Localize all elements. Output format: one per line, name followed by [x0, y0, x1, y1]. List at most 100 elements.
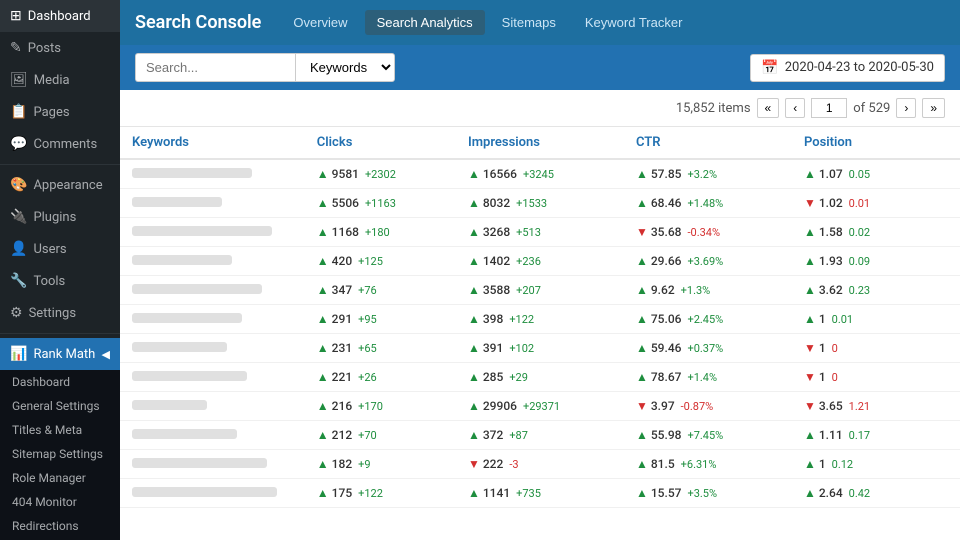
search-left: Keywords Pages Devices Countries — [135, 53, 395, 82]
sidebar-label-users: Users — [33, 242, 66, 257]
ctr-change: +1.48% — [687, 197, 723, 210]
clicks-value: 291 — [332, 312, 352, 326]
position-value: 1 — [819, 370, 826, 384]
ctr-arrow: ▲ — [636, 457, 648, 471]
impressions-value: 1402 — [483, 254, 510, 268]
position-cell: ▲ 2.64 0.42 — [792, 479, 960, 508]
keyword-cell — [120, 189, 305, 218]
prev-page-button[interactable]: ‹ — [785, 98, 805, 118]
ctr-change: +6.31% — [681, 458, 717, 471]
position-arrow: ▼ — [804, 399, 816, 413]
ctr-arrow: ▼ — [636, 399, 648, 413]
position-change: 0.01 — [832, 313, 853, 326]
sidebar-sub-rm-titles[interactable]: Titles & Meta — [0, 418, 120, 442]
sidebar-item-comments[interactable]: 💬 Comments — [0, 128, 120, 160]
sidebar-sub-rm-dashboard[interactable]: Dashboard — [0, 370, 120, 394]
sidebar-sub-rm-redirections[interactable]: Redirections — [0, 514, 120, 538]
clicks-arrow: ▲ — [317, 399, 329, 413]
sidebar-item-appearance[interactable]: 🎨 Appearance — [0, 169, 120, 201]
sidebar-label-rank-math: Rank Math — [33, 347, 95, 362]
table-row: ▲ 347 +76▲ 3588 +207▲ 9.62 +1.3%▲ 3.62 0… — [120, 276, 960, 305]
impressions-change: +513 — [516, 226, 541, 239]
items-bar: 15,852 items « ‹ of 529 › » — [120, 90, 960, 127]
impressions-change: +87 — [509, 429, 528, 442]
content-area: 15,852 items « ‹ of 529 › » Keywords Cli… — [120, 90, 960, 540]
impressions-arrow: ▲ — [468, 225, 480, 239]
col-header-impressions[interactable]: Impressions — [456, 127, 624, 159]
position-arrow: ▲ — [804, 428, 816, 442]
ctr-change: +0.37% — [687, 342, 723, 355]
page-number-input[interactable] — [811, 98, 847, 118]
position-arrow: ▲ — [804, 254, 816, 268]
ctr-arrow: ▲ — [636, 312, 648, 326]
sidebar-label-tools: Tools — [33, 274, 65, 289]
position-value: 1.07 — [819, 167, 843, 181]
clicks-cell: ▲ 182 +9 — [305, 450, 456, 479]
sidebar-item-dashboard[interactable]: ⊞ Dashboard — [0, 0, 120, 32]
date-picker[interactable]: 📅 2020-04-23 to 2020-05-30 — [750, 54, 945, 82]
position-value: 1.58 — [819, 225, 843, 239]
nav-overview[interactable]: Overview — [281, 10, 359, 35]
position-cell: ▲ 3.62 0.23 — [792, 276, 960, 305]
impressions-change: +122 — [509, 313, 534, 326]
clicks-arrow: ▲ — [317, 167, 329, 181]
calendar-icon: 📅 — [761, 60, 778, 76]
position-change: 0 — [832, 342, 838, 355]
search-input[interactable] — [135, 53, 295, 82]
data-table: Keywords Clicks Impressions CTR Position… — [120, 127, 960, 508]
keyword-cell — [120, 363, 305, 392]
sidebar-item-media[interactable]: 🖼 Media — [0, 64, 120, 96]
sidebar-item-rank-math[interactable]: 📊 Rank Math ◀ — [0, 338, 120, 370]
search-bar: Keywords Pages Devices Countries 📅 2020-… — [120, 45, 960, 90]
impressions-change: +3245 — [523, 168, 554, 181]
sidebar-sub-rm-404[interactable]: 404 Monitor — [0, 490, 120, 514]
clicks-value: 212 — [332, 428, 352, 442]
ctr-value: 55.98 — [651, 428, 682, 442]
nav-keyword-tracker[interactable]: Keyword Tracker — [573, 10, 695, 35]
first-page-button[interactable]: « — [757, 98, 780, 118]
table-row: ▲ 212 +70▲ 372 +87▲ 55.98 +7.45%▲ 1.11 0… — [120, 421, 960, 450]
clicks-change: +65 — [358, 342, 377, 355]
nav-search-analytics[interactable]: Search Analytics — [365, 10, 485, 35]
sidebar-item-pages[interactable]: 📋 Pages — [0, 96, 120, 128]
tools-icon: 🔧 — [10, 273, 27, 289]
impressions-change: +207 — [516, 284, 541, 297]
ctr-change: +3.2% — [687, 168, 717, 181]
position-value: 1.93 — [819, 254, 843, 268]
position-cell: ▲ 1.11 0.17 — [792, 421, 960, 450]
ctr-change: +7.45% — [687, 429, 723, 442]
sidebar-item-plugins[interactable]: 🔌 Plugins — [0, 201, 120, 233]
nav-sitemaps[interactable]: Sitemaps — [490, 10, 568, 35]
sidebar-divider — [0, 164, 120, 165]
impressions-arrow: ▲ — [468, 254, 480, 268]
table-row: ▲ 182 +9▼ 222 -3▲ 81.5 +6.31%▲ 1 0.12 — [120, 450, 960, 479]
last-page-button[interactable]: » — [922, 98, 945, 118]
clicks-cell: ▲ 347 +76 — [305, 276, 456, 305]
sidebar-item-tools[interactable]: 🔧 Tools — [0, 265, 120, 297]
sidebar-sub-rm-general[interactable]: General Settings — [0, 394, 120, 418]
col-header-clicks[interactable]: Clicks — [305, 127, 456, 159]
ctr-arrow: ▲ — [636, 341, 648, 355]
impressions-cell: ▼ 222 -3 — [456, 450, 624, 479]
impressions-change: +1533 — [516, 197, 547, 210]
position-cell: ▼ 3.65 1.21 — [792, 392, 960, 421]
search-dropdown[interactable]: Keywords Pages Devices Countries — [295, 53, 395, 82]
sidebar-item-settings[interactable]: ⚙ Settings — [0, 297, 120, 329]
sidebar-sub-rm-role[interactable]: Role Manager — [0, 466, 120, 490]
col-header-keywords[interactable]: Keywords — [120, 127, 305, 159]
col-header-ctr[interactable]: CTR — [624, 127, 792, 159]
impressions-arrow: ▲ — [468, 167, 480, 181]
sidebar-item-users[interactable]: 👤 Users — [0, 233, 120, 265]
ctr-value: 81.5 — [651, 457, 675, 471]
impressions-value: 1141 — [483, 486, 510, 500]
clicks-cell: ▲ 175 +122 — [305, 479, 456, 508]
position-cell: ▼ 1 0 — [792, 363, 960, 392]
clicks-value: 221 — [332, 370, 352, 384]
sidebar-item-posts[interactable]: ✎ Posts — [0, 32, 120, 64]
keyword-cell — [120, 276, 305, 305]
ctr-value: 57.85 — [651, 167, 682, 181]
sidebar-label-posts: Posts — [28, 41, 61, 56]
col-header-position[interactable]: Position — [792, 127, 960, 159]
next-page-button[interactable]: › — [896, 98, 916, 118]
sidebar-sub-rm-sitemap[interactable]: Sitemap Settings — [0, 442, 120, 466]
